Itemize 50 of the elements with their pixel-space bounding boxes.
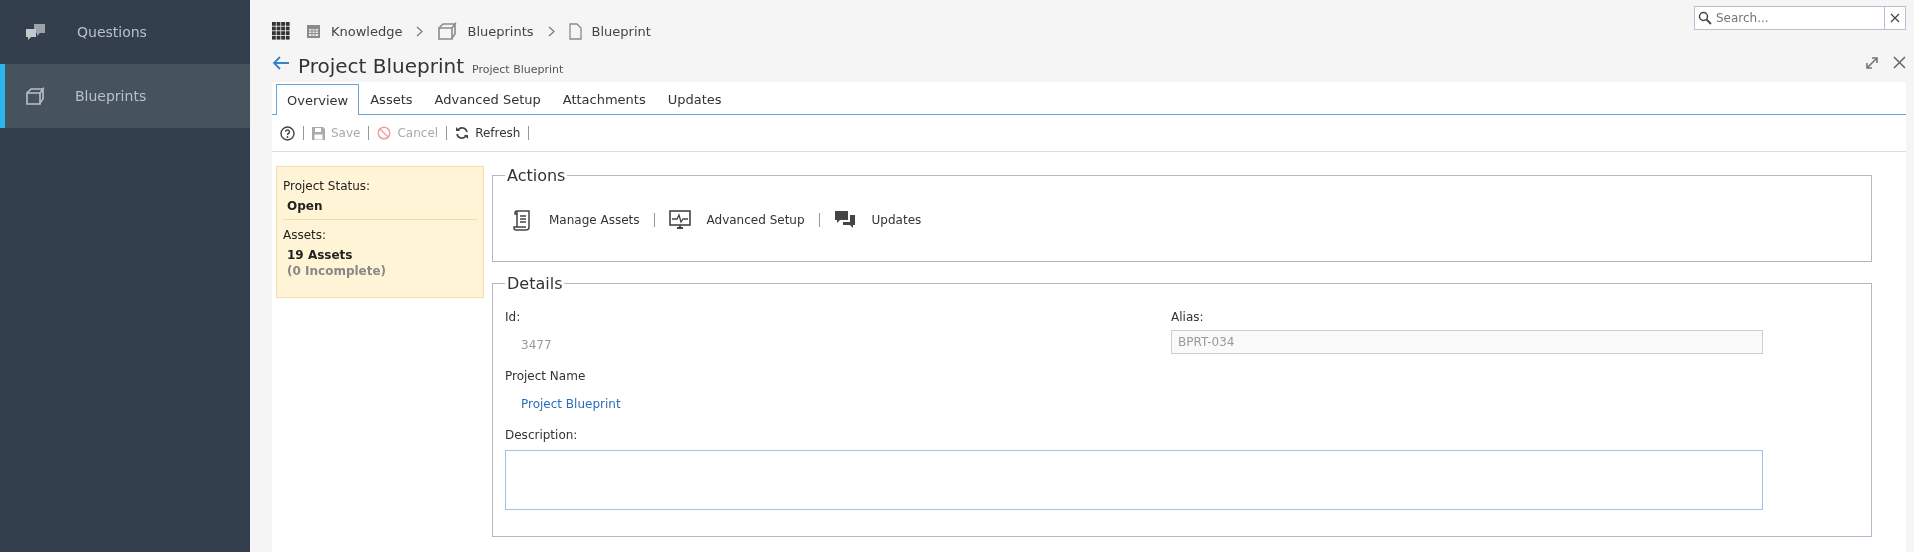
tab[interactable]: Overview xyxy=(276,84,360,115)
apps-grid-icon[interactable] xyxy=(272,22,290,40)
breadcrumb-link[interactable]: Blueprints xyxy=(437,22,534,40)
tab[interactable]: Attachments xyxy=(551,84,657,114)
summary-label: Project Status: xyxy=(283,179,372,193)
project-name-link[interactable]: Project Blueprint xyxy=(521,397,1151,411)
monitor-icon xyxy=(668,210,691,230)
group-title: Actions xyxy=(506,166,567,185)
chat-icon xyxy=(833,210,856,230)
summary-note: (0 Incomplete) xyxy=(287,264,388,278)
action-link[interactable]: Advanced Setup xyxy=(668,210,805,230)
page-title: Project Blueprint xyxy=(298,54,465,78)
refresh-icon xyxy=(455,126,470,140)
tab[interactable]: Advanced Setup xyxy=(423,84,552,114)
field-label: Project Name xyxy=(505,369,587,383)
summary-value: 19 Assets xyxy=(287,248,354,262)
field-label: Description: xyxy=(505,428,579,442)
save-icon xyxy=(312,126,325,140)
field-label: Alias: xyxy=(1171,310,1205,324)
description-field[interactable] xyxy=(505,450,1763,510)
help-icon[interactable] xyxy=(280,125,295,141)
summary-value: Open xyxy=(287,199,324,213)
breadcrumb-link[interactable]: Blueprint xyxy=(568,22,651,40)
page-icon xyxy=(568,22,582,40)
sidebar-item[interactable]: Questions xyxy=(0,0,250,64)
id-value: 3477 xyxy=(521,338,553,352)
box-icon xyxy=(25,87,45,105)
action-link[interactable]: Updates xyxy=(833,210,922,230)
prohibited-icon xyxy=(377,126,392,140)
summary-label: Assets: xyxy=(283,228,328,242)
chevron-icon xyxy=(416,25,424,37)
action-link[interactable]: Manage Assets xyxy=(513,209,640,231)
chat-bubbles-icon xyxy=(25,22,47,42)
clear-icon[interactable] xyxy=(1890,13,1900,23)
scroll-icon xyxy=(513,209,533,231)
group-title: Details xyxy=(506,274,564,293)
tab[interactable]: Updates xyxy=(656,84,733,114)
field-label: Id: xyxy=(505,310,522,324)
chevron-icon xyxy=(547,25,555,37)
refresh-button[interactable]: Refresh xyxy=(455,126,521,140)
close-icon[interactable] xyxy=(1893,56,1906,69)
sidebar-item[interactable]: Blueprints xyxy=(0,64,250,128)
tab[interactable]: Assets xyxy=(359,84,424,114)
calendar-icon xyxy=(306,23,321,39)
box-icon xyxy=(437,22,458,40)
back-arrow-icon[interactable] xyxy=(272,55,290,71)
search-field[interactable]: Search... xyxy=(1694,6,1884,30)
breadcrumb-link[interactable]: Knowledge xyxy=(306,23,403,39)
expand-icon[interactable] xyxy=(1865,56,1879,70)
page-subtitle: Project Blueprint xyxy=(472,63,564,78)
